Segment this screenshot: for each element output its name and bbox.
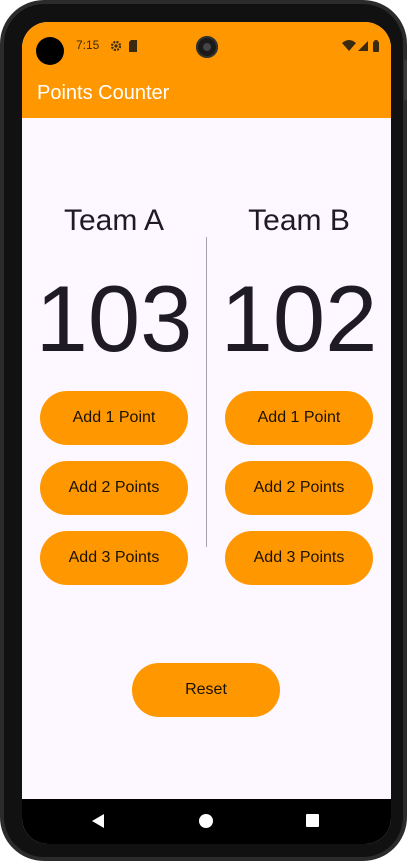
team-b-score: 102 [220, 266, 378, 371]
battery-icon [372, 39, 380, 52]
front-camera [196, 36, 218, 58]
team-b-name: Team B [248, 204, 350, 237]
home-icon[interactable] [199, 814, 213, 828]
team-a-add-1-button[interactable]: Add 1 Point [40, 391, 188, 445]
team-a-name: Team A [63, 204, 165, 237]
settings-icon [110, 39, 122, 52]
reset-button[interactable]: Reset [132, 663, 280, 717]
screen: 7:15 Points Counter Team A 103 Add 1 Poi… [22, 22, 391, 844]
team-a-add-2-button[interactable]: Add 2 Points [40, 461, 188, 515]
device-bezel: 7:15 Points Counter Team A 103 Add 1 Poi… [4, 4, 403, 857]
device-frame: 7:15 Points Counter Team A 103 Add 1 Poi… [0, 0, 407, 861]
signal-icon [358, 39, 368, 51]
team-a-add-3-button[interactable]: Add 3 Points [40, 531, 188, 585]
status-time: 7:15 [76, 38, 100, 52]
wifi-icon [342, 39, 356, 51]
team-b-add-3-button[interactable]: Add 3 Points [225, 531, 373, 585]
team-a-score: 103 [35, 266, 193, 371]
notification-dot [36, 37, 64, 65]
app-bar: 7:15 Points Counter [22, 22, 391, 118]
app-title: Points Counter [37, 82, 170, 104]
recents-icon[interactable] [306, 814, 319, 827]
team-b-add-2-button[interactable]: Add 2 Points [225, 461, 373, 515]
back-icon[interactable] [92, 814, 104, 828]
status-bar: 7:15 [22, 22, 391, 70]
system-nav-bar [22, 799, 391, 844]
sim-card-icon [128, 39, 140, 52]
team-b-add-1-button[interactable]: Add 1 Point [225, 391, 373, 445]
